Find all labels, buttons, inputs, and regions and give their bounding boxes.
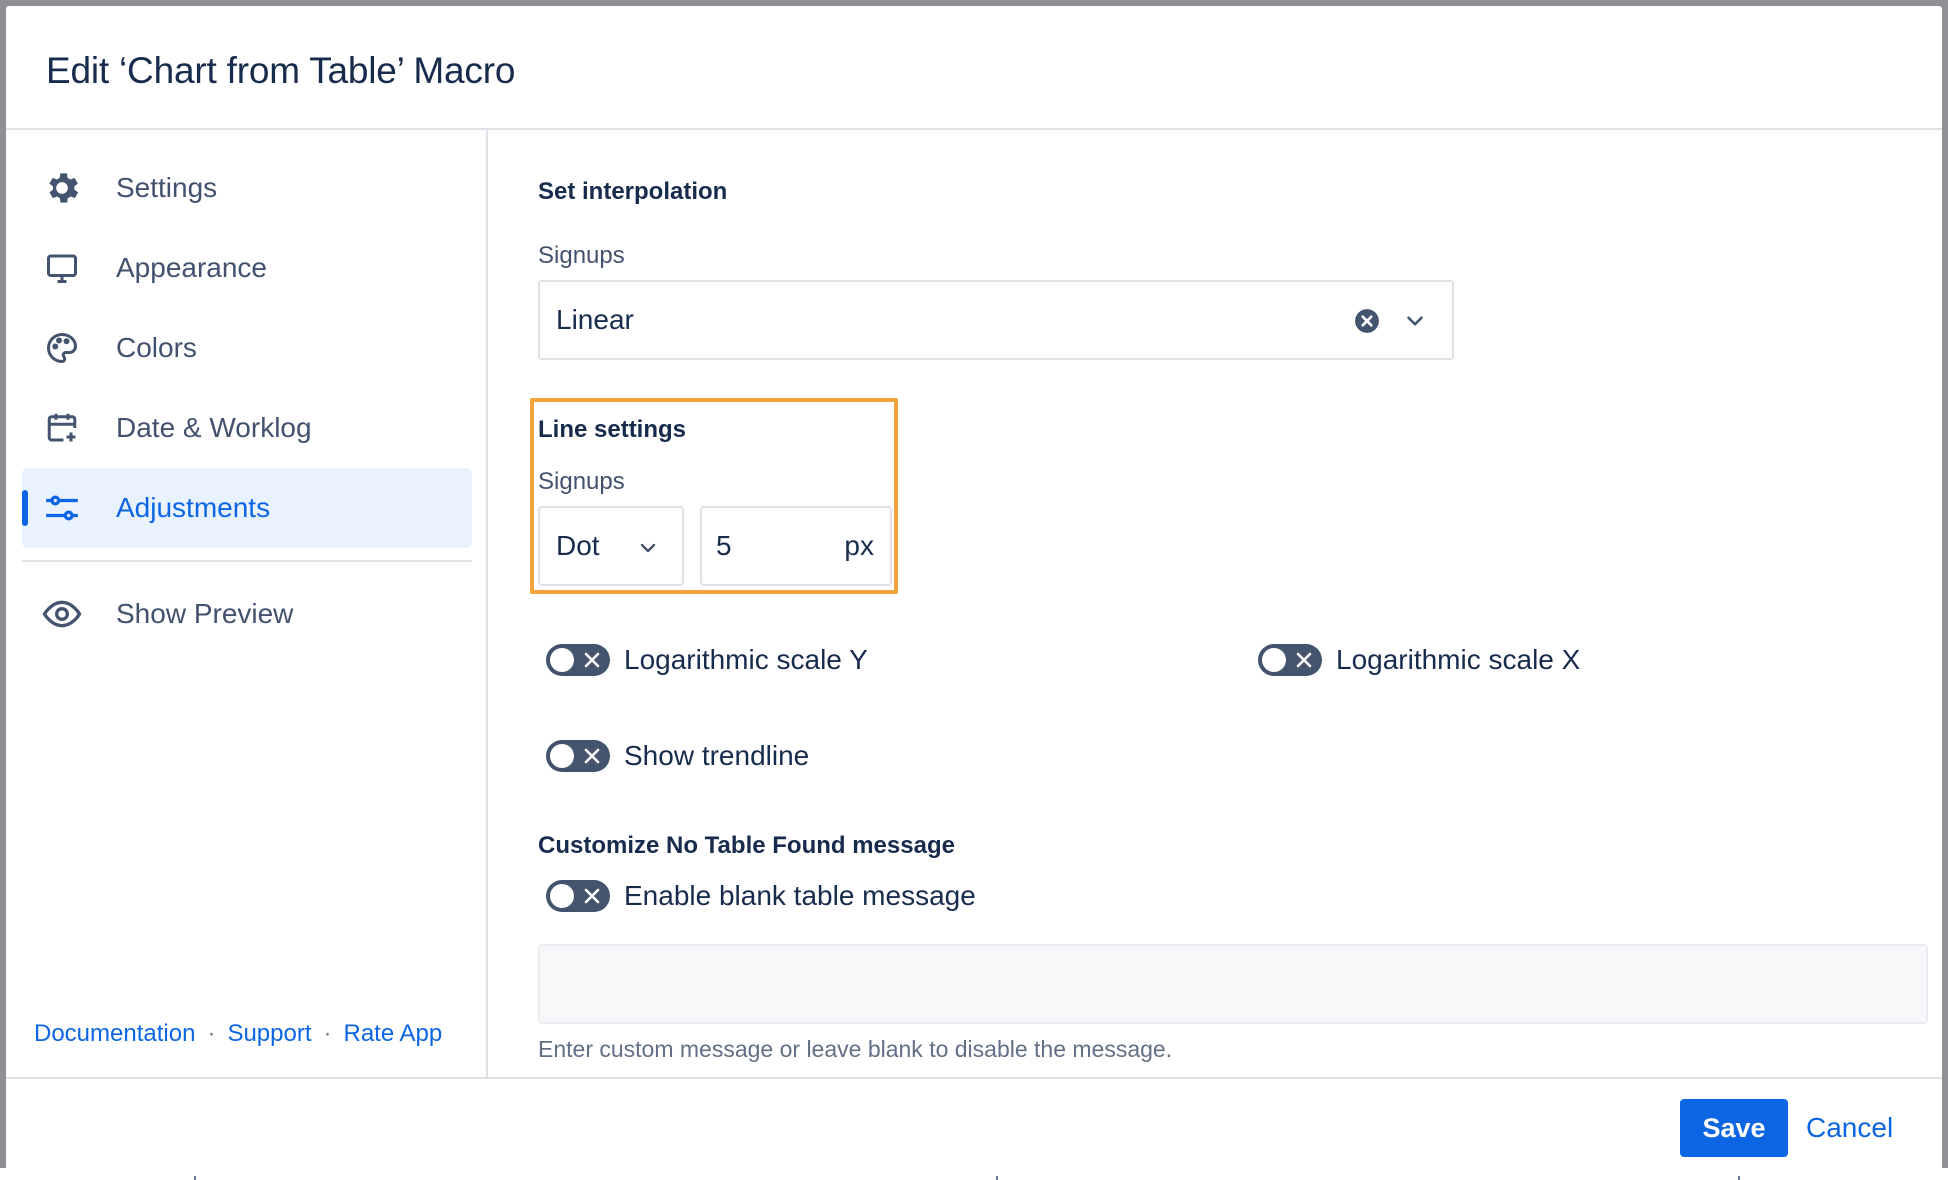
dialog-footer: Save Cancel [6, 1077, 1942, 1176]
show-preview-label: Show Preview [116, 598, 294, 629]
line-width-input[interactable]: 5 px [700, 506, 892, 586]
link-separator: · [207, 1020, 216, 1047]
interpolation-value: Linear [556, 304, 634, 335]
sidebar-item-label: Settings [116, 172, 218, 203]
sliders-icon [42, 488, 82, 528]
help-links: Documentation · Support · Rate App [34, 1020, 442, 1048]
show-trendline-label: Show trendline [624, 740, 810, 771]
toggle-knob [550, 648, 574, 672]
toggle-switch[interactable] [546, 740, 610, 772]
show-preview-button[interactable]: Show Preview [22, 574, 472, 654]
toggle-switch[interactable] [546, 644, 610, 676]
calendar-add-icon [42, 408, 82, 448]
adjustments-panel: Set interpolation Signups Linear Line se… [490, 130, 1942, 1077]
edit-macro-dialog: Edit ‘Chart from Table’ Macro Settings A… [6, 6, 1942, 1176]
eye-icon [42, 594, 82, 634]
blank-table-message-toggle[interactable]: Enable blank table message [546, 880, 976, 912]
dialog-title: Edit ‘Chart from Table’ Macro [46, 50, 516, 91]
log-scale-x-toggle[interactable]: Logarithmic scale X [1258, 644, 1580, 676]
chevron-down-icon [636, 536, 660, 560]
toggle-off-icon [584, 748, 600, 764]
line-style-value: Dot [556, 530, 600, 561]
toggle-switch[interactable] [546, 880, 610, 912]
documentation-link[interactable]: Documentation [34, 1020, 195, 1048]
log-scale-y-label: Logarithmic scale Y [624, 644, 868, 675]
rate-app-link[interactable]: Rate App [344, 1020, 443, 1048]
log-scale-x-label: Logarithmic scale X [1336, 644, 1581, 675]
interpolation-field-label: Signups [538, 242, 625, 269]
palette-icon [42, 328, 82, 368]
line-width-unit: px [844, 530, 874, 561]
sidebar-item-settings[interactable]: Settings [22, 148, 472, 228]
sidebar-item-label: Appearance [116, 252, 268, 283]
sidebar-item-label: Colors [116, 332, 197, 363]
toggle-knob [1262, 648, 1286, 672]
blank-table-message-label: Enable blank table message [624, 880, 976, 911]
gear-icon [42, 168, 82, 208]
no-table-title: Customize No Table Found message [538, 832, 955, 859]
save-button[interactable]: Save [1680, 1099, 1788, 1157]
sidebar-item-label: Date & Worklog [116, 412, 312, 443]
chevron-down-icon[interactable] [1402, 308, 1428, 334]
line-settings-title: Line settings [538, 416, 687, 443]
show-trendline-toggle[interactable]: Show trendline [546, 740, 809, 772]
clear-icon[interactable] [1354, 308, 1380, 334]
line-settings-field-label: Signups [538, 468, 625, 495]
sidebar-divider [22, 560, 472, 562]
sidebar-item-date-worklog[interactable]: Date & Worklog [22, 388, 472, 468]
toggle-knob [550, 884, 574, 908]
link-separator: · [323, 1020, 332, 1047]
custom-message-input[interactable] [538, 944, 1928, 1024]
sidebar-item-appearance[interactable]: Appearance [22, 228, 472, 308]
interpolation-title: Set interpolation [538, 178, 728, 205]
monitor-icon [42, 248, 82, 288]
sidebar-nav: Settings Appearance Colors Date & Worklo… [6, 130, 488, 1077]
line-width-value: 5 [716, 530, 732, 561]
custom-message-helper: Enter custom message or leave blank to d… [538, 1036, 1173, 1062]
sidebar-item-colors[interactable]: Colors [22, 308, 472, 388]
sidebar-item-label: Adjustments [116, 492, 271, 523]
interpolation-select[interactable]: Linear [538, 280, 1454, 360]
toggle-knob [550, 744, 574, 768]
toggle-off-icon [584, 888, 600, 904]
dialog-header: Edit ‘Chart from Table’ Macro [6, 6, 1942, 130]
toggle-off-icon [584, 652, 600, 668]
support-link[interactable]: Support [227, 1020, 311, 1048]
toggle-off-icon [1296, 652, 1312, 668]
log-scale-y-toggle[interactable]: Logarithmic scale Y [546, 644, 868, 676]
cancel-button[interactable]: Cancel [1806, 1099, 1893, 1157]
line-style-select[interactable]: Dot [538, 506, 684, 586]
toggle-switch[interactable] [1258, 644, 1322, 676]
sidebar-item-adjustments[interactable]: Adjustments [22, 468, 472, 548]
